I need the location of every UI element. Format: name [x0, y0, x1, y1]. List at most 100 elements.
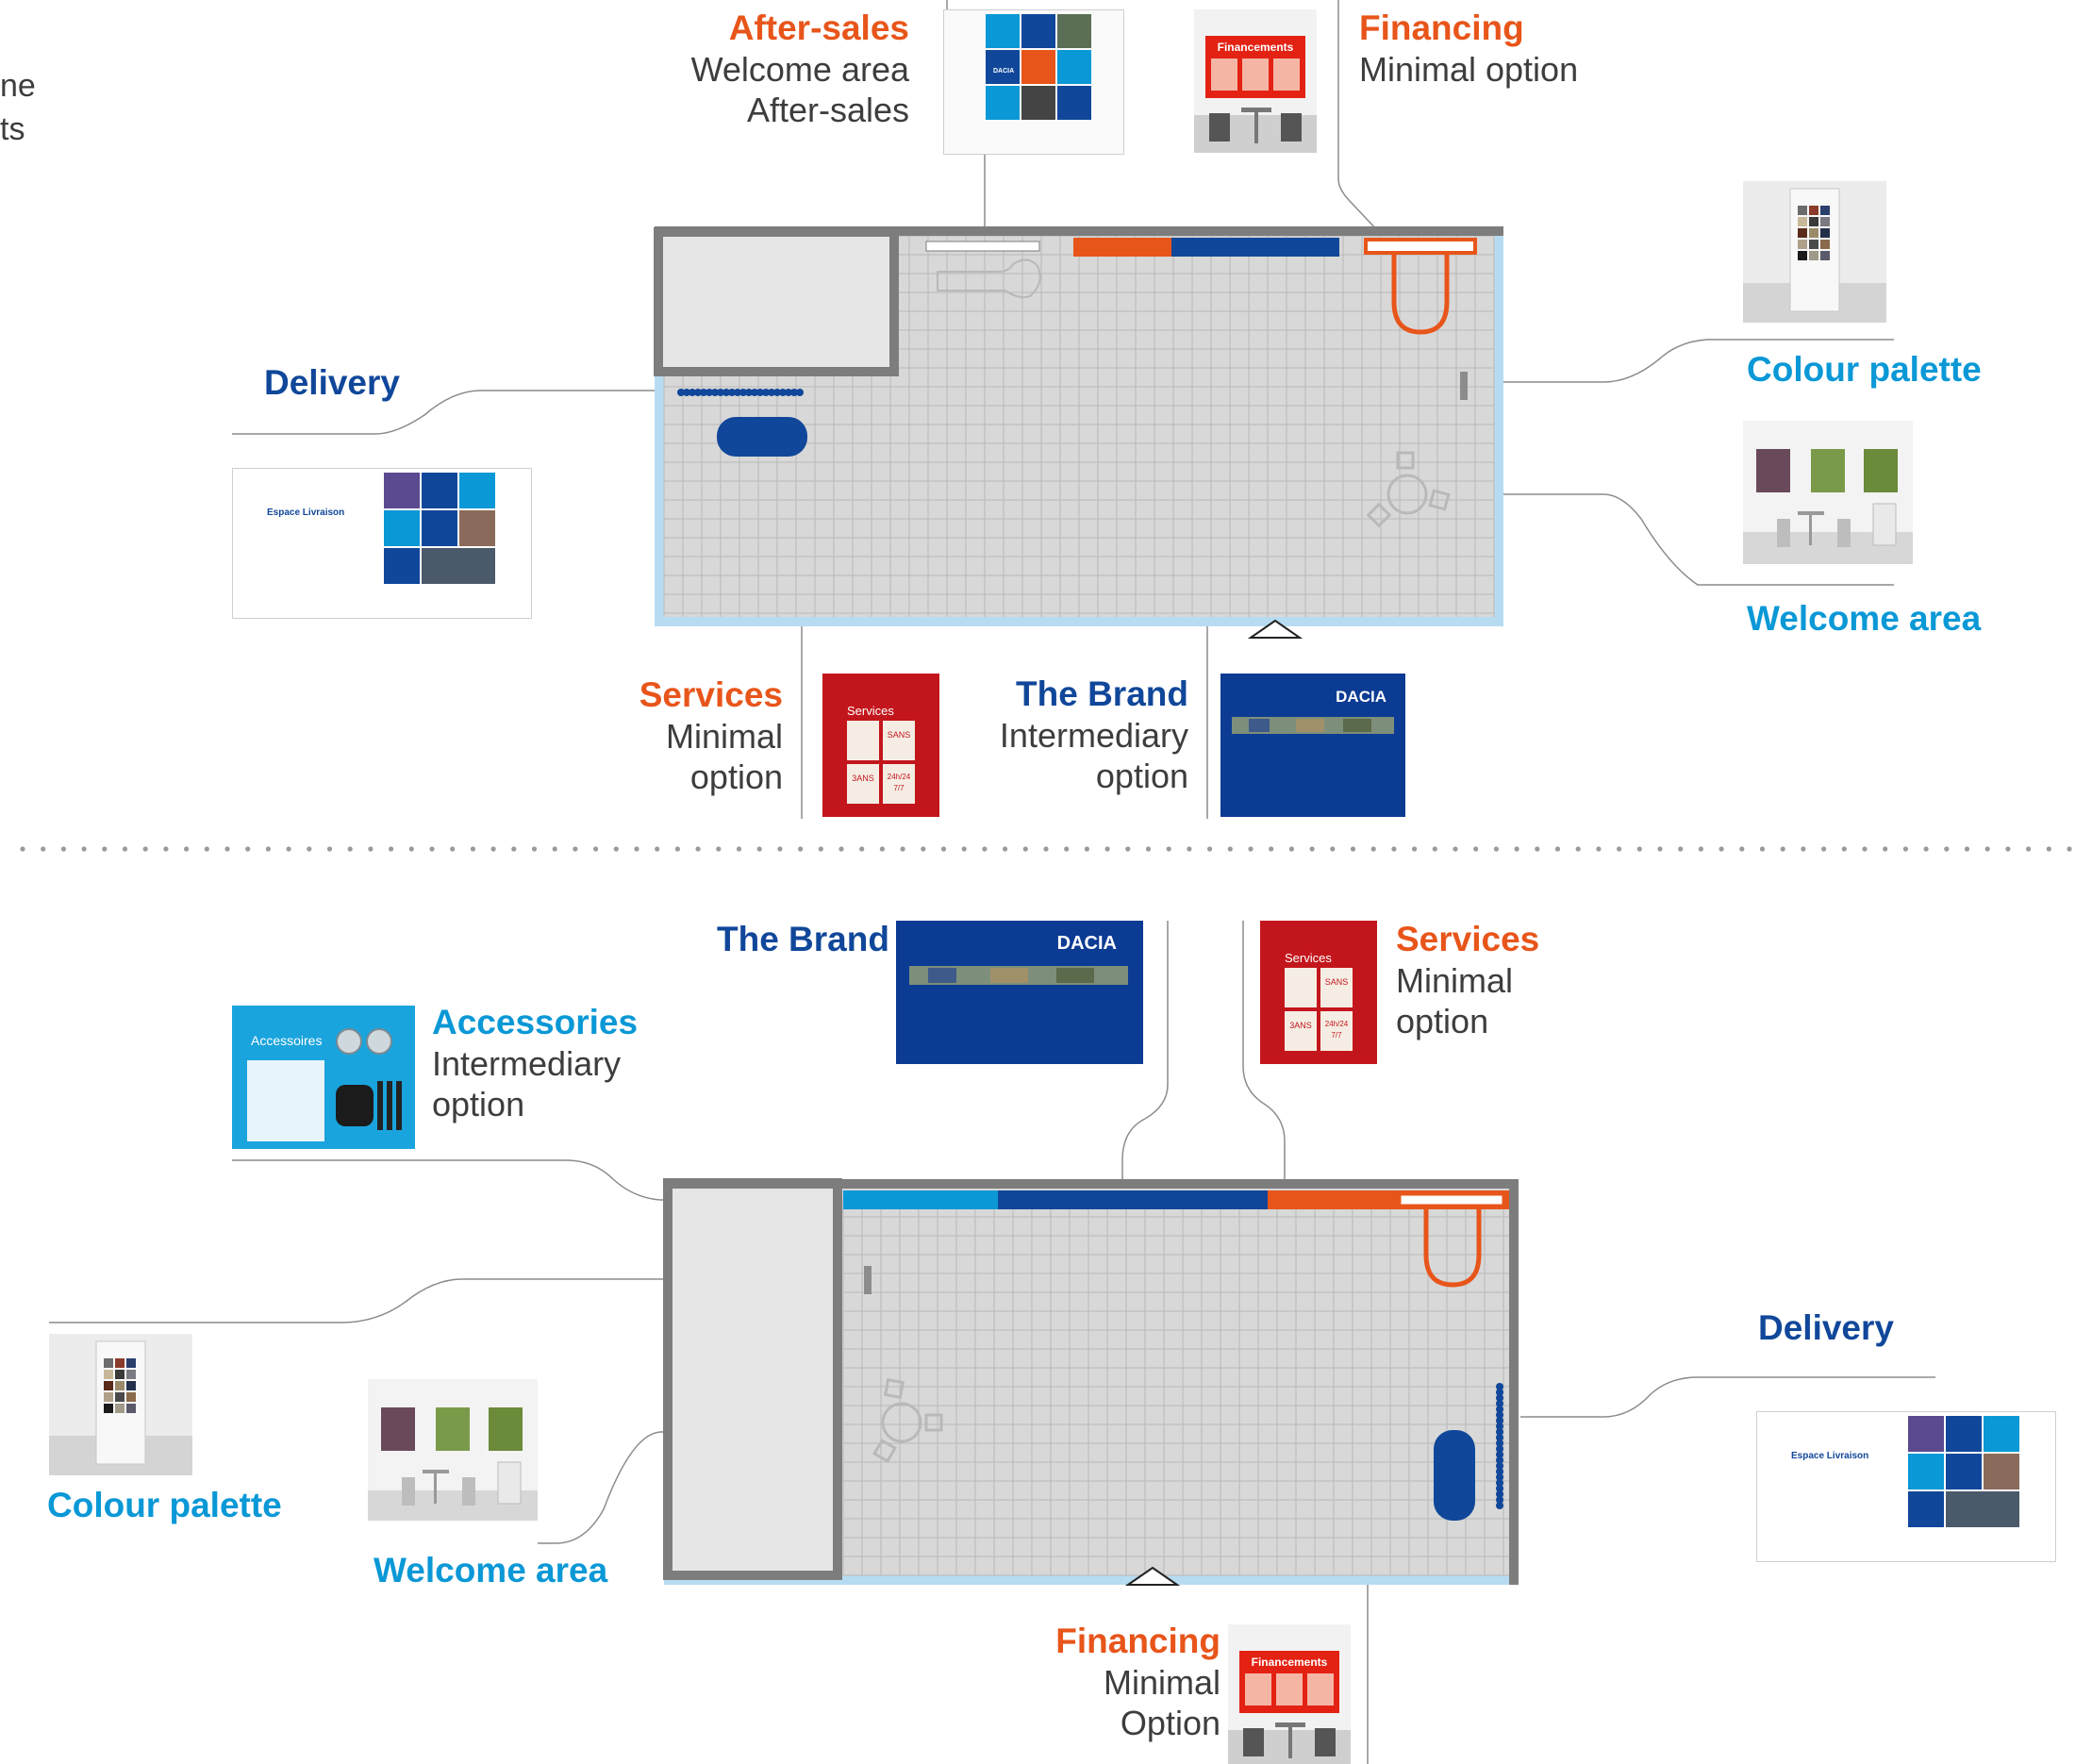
after-sales-title: After-sales — [728, 8, 909, 47]
financing-line-1-2: Minimal — [1103, 1663, 1220, 1702]
financing-poster-text: Financements — [1218, 41, 1294, 54]
colour-palette-label-2: Colour palette — [47, 1485, 282, 1526]
colour-swatch — [126, 1392, 136, 1402]
colour-palette-label: Colour palette — [1747, 349, 1982, 391]
accessories-wall-image: Accessoires — [232, 1006, 415, 1149]
services-poster-ans: 3ANS — [852, 774, 874, 783]
welcome-area-title-2: Welcome area — [374, 1551, 608, 1589]
colour-swatch — [1820, 217, 1830, 226]
brand-wall-segment — [1171, 238, 1339, 257]
colour-swatch — [1820, 251, 1830, 260]
colour-swatch — [1809, 217, 1818, 226]
colour-swatch — [1820, 228, 1830, 238]
the-brand-line-1: Intermediary — [999, 716, 1188, 755]
delivery-title: Delivery — [264, 363, 400, 402]
services-title: Services — [639, 675, 783, 714]
financing-line-1: Minimal option — [1359, 50, 1579, 89]
services-label-2: Services Minimal option — [1396, 919, 1539, 1041]
colour-swatch — [1798, 240, 1807, 249]
colour-swatch — [126, 1358, 136, 1368]
colour-palette-stand-image-2 — [49, 1334, 192, 1475]
colour-swatch — [1809, 240, 1818, 249]
delivery-wall-text-2: Espace Livraison — [1791, 1451, 1868, 1461]
the-brand-label: The Brand Intermediary option — [1000, 674, 1188, 796]
accessories-wall-segment — [843, 1190, 998, 1209]
welcome-area-label: Welcome area — [1747, 598, 1981, 640]
plan-1-office — [654, 227, 899, 376]
financing-title-2: Financing — [1055, 1622, 1220, 1660]
colour-palette-marker-2 — [864, 1266, 872, 1294]
delivery-wall-text: Espace Livraison — [267, 508, 344, 518]
welcome-area-label-2: Welcome area — [374, 1550, 607, 1591]
services-poster-title: Services — [847, 704, 894, 718]
delivery-wall-image: Espace Livraison — [232, 468, 532, 619]
colour-swatch — [115, 1392, 125, 1402]
colour-swatch — [126, 1381, 136, 1390]
welcome-area-image — [1743, 421, 1913, 564]
financing-line-2-2: Option — [1120, 1704, 1220, 1742]
financing-poster-image: Financements — [1194, 9, 1317, 153]
colour-palette-marker — [1460, 372, 1468, 400]
colour-swatch — [115, 1381, 125, 1390]
the-brand-title-2: The Brand — [717, 920, 889, 958]
services-label: Services Minimal option — [639, 674, 783, 797]
delivery-wall-image-2: Espace Livraison — [1756, 1411, 2056, 1562]
services-poster-days: 7/7 — [893, 784, 905, 792]
plan-2-grid — [842, 1197, 1509, 1576]
services-poster-sans: SANS — [888, 730, 911, 740]
brand-wall-segment-2 — [998, 1190, 1268, 1209]
services-poster-ans-2: 3ANS — [1289, 1021, 1312, 1030]
floor-plan-2 — [663, 1178, 1519, 1586]
colour-swatch — [1809, 228, 1818, 238]
colour-swatch — [115, 1404, 125, 1413]
delivery-car — [717, 417, 807, 457]
services-poster-image-2: Services SANS 3ANS 24h/24 7/7 — [1260, 921, 1377, 1064]
colour-swatch — [1798, 228, 1807, 238]
financing-poster-image-2: Financements — [1228, 1624, 1351, 1764]
colour-swatch — [1798, 217, 1807, 226]
brand-banner-image: DACIA — [1220, 674, 1405, 817]
services-line-2-2: option — [1396, 1002, 1489, 1040]
colour-swatch — [1809, 251, 1818, 260]
accessories-title: Accessories — [432, 1003, 639, 1041]
financing-poster-text-2: Financements — [1252, 1656, 1328, 1669]
accessories-label: Accessories Intermediary option — [432, 1002, 638, 1124]
accessories-line-1: Intermediary — [432, 1044, 622, 1083]
colour-swatch — [1798, 206, 1807, 215]
welcome-area-image-2 — [368, 1379, 538, 1521]
colour-palette-title-2: Colour palette — [47, 1486, 282, 1524]
showroom-layouts-diagram: ne ts After-sales Welcome area After-sal… — [0, 0, 2092, 1764]
delivery-label: Delivery — [264, 362, 400, 404]
colour-swatch — [1798, 251, 1807, 260]
colour-swatch — [115, 1358, 125, 1368]
after-sales-line-2: After-sales — [746, 91, 909, 129]
the-brand-title: The Brand — [1016, 674, 1188, 713]
services-title-2: Services — [1396, 920, 1540, 958]
delivery-label-2: Delivery — [1758, 1307, 1894, 1349]
colour-swatch — [104, 1381, 113, 1390]
welcome-area-title: Welcome area — [1747, 599, 1982, 638]
services-poster-hours: 24h/24 — [888, 773, 911, 781]
accessories-line-2: option — [432, 1085, 525, 1123]
financing-desk-top-2 — [1398, 1192, 1505, 1207]
colour-swatch — [104, 1404, 113, 1413]
brand-banner-logo: DACIA — [1336, 688, 1386, 706]
services-poster-image: Services SANS 3ANS 24h/24 7/7 — [822, 674, 939, 817]
plan-2-top-wall — [664, 1179, 1519, 1189]
after-sales-label: After-sales Welcome area After-sales — [691, 8, 909, 130]
after-sales-line-1: Welcome area — [690, 50, 909, 89]
colour-palette-title: Colour palette — [1747, 350, 1982, 389]
delivery-screen-dot — [796, 389, 804, 396]
brand-banner-logo-2: DACIA — [1057, 933, 1117, 954]
services-line-1: Minimal — [665, 717, 783, 756]
delivery-car-2 — [1434, 1430, 1475, 1521]
colour-swatch — [1820, 240, 1830, 249]
services-poster-days-2: 7/7 — [1331, 1031, 1342, 1040]
plan-2-office — [663, 1178, 842, 1580]
financing-title: Financing — [1359, 8, 1524, 47]
colour-swatch — [104, 1392, 113, 1402]
financing-label-2: Financing Minimal Option — [1055, 1621, 1220, 1743]
services-line-1-2: Minimal — [1396, 961, 1514, 1000]
colour-swatch — [126, 1404, 136, 1413]
the-brand-line-2: option — [1095, 757, 1188, 795]
